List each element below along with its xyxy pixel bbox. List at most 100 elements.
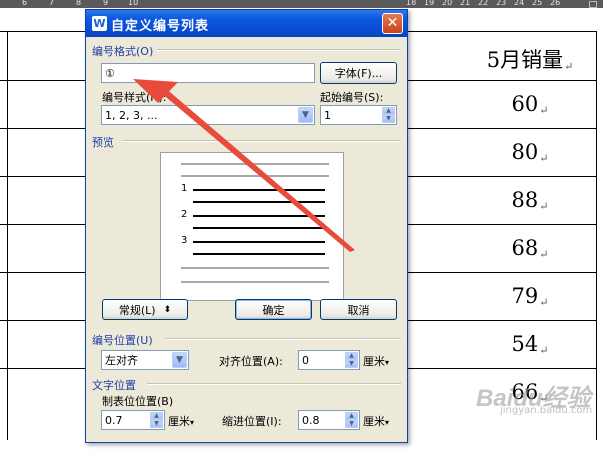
ruler-tick: 24: [514, 0, 525, 7]
spin-down-icon[interactable]: ▼: [345, 360, 358, 368]
start-number-label: 起始编号(S):: [320, 91, 384, 104]
number-style-select[interactable]: 1, 2, 3, ... ▼: [101, 105, 315, 125]
ruler-tick: 18: [406, 0, 417, 7]
table-cell-value: 79: [511, 284, 539, 308]
spin-buttons: ▲ ▼: [150, 412, 163, 428]
ruler-indent-marker[interactable]: [589, 1, 597, 8]
table-cell[interactable]: 79↵: [470, 284, 590, 309]
watermark-url: jingyan.baidu.com: [500, 405, 593, 416]
unit-dropdown[interactable]: 厘米▾: [168, 413, 194, 429]
number-format-input[interactable]: ①: [101, 63, 315, 83]
expand-icon: ⬍: [163, 304, 172, 315]
paragraph-mark-icon: ↵: [539, 296, 549, 309]
dialog-body: 编号格式(O) ① 字体(F)... 编号样式(N): 1, 2, 3, ...…: [89, 37, 404, 440]
caret-down-icon: ▾: [385, 418, 390, 427]
table-border: [7, 32, 8, 440]
group-divider: [123, 140, 401, 142]
preview-line: [181, 163, 329, 165]
dialog-title: 自定义编号列表: [111, 19, 210, 34]
align-position-stepper[interactable]: 0 ▲ ▼: [298, 350, 360, 370]
paragraph-mark-icon: ↵: [564, 60, 574, 73]
paragraph-mark-icon: ↵: [539, 344, 549, 357]
table-header-text: 5月销量: [486, 48, 564, 72]
dialog-titlebar[interactable]: W 自定义编号列表 ✕: [86, 10, 407, 37]
spin-up-icon[interactable]: ▲: [382, 107, 395, 115]
custom-numbering-dialog: W 自定义编号列表 ✕ 编号格式(O) ① 字体(F)... 编号样式(N): …: [85, 9, 408, 443]
normal-button[interactable]: 常规(L) ⬍: [102, 299, 188, 320]
ruler-tick: 7: [49, 0, 55, 7]
preview-line: [193, 201, 325, 203]
ruler-tick: 9: [103, 0, 109, 7]
spin-up-icon[interactable]: ▲: [345, 352, 358, 360]
table-cell-value: 54: [511, 332, 539, 356]
alignment-select[interactable]: 左对齐 ▼: [101, 350, 189, 370]
preview-line: [193, 189, 325, 191]
spin-down-icon[interactable]: ▼: [345, 420, 358, 428]
table-cell-value: 80: [511, 140, 539, 164]
ruler: 6 7 8 9 10 18 19 20 21 22 23 24 25 26: [0, 0, 603, 8]
preview-number: 2: [181, 209, 188, 220]
table-cell[interactable]: 60↵: [470, 92, 590, 117]
group-divider: [165, 338, 401, 340]
tab-position-stepper[interactable]: 0.7 ▲ ▼: [101, 410, 165, 430]
ruler-tick: 21: [460, 0, 471, 7]
ruler-tick: 25: [532, 0, 543, 7]
paragraph-mark-icon: ↵: [539, 248, 549, 261]
unit-dropdown[interactable]: 厘米▾: [363, 413, 389, 429]
tab-position-label: 制表位位置(B): [102, 395, 174, 408]
tab-position-value: 0.7: [105, 413, 123, 427]
spin-down-icon[interactable]: ▼: [150, 420, 163, 428]
ok-button[interactable]: 确定: [235, 299, 312, 320]
align-position-label: 对齐位置(A):: [219, 355, 283, 368]
spin-up-icon[interactable]: ▲: [345, 412, 358, 420]
preview-line: [181, 267, 329, 269]
unit-label: 厘米: [363, 415, 385, 428]
indent-position-stepper[interactable]: 0.8 ▲ ▼: [298, 410, 360, 430]
table-cell[interactable]: 88↵: [470, 188, 590, 213]
spin-up-icon[interactable]: ▲: [150, 412, 163, 420]
start-number-stepper[interactable]: 1 ▲ ▼: [320, 105, 397, 125]
paragraph-mark-icon: ↵: [539, 152, 549, 165]
paragraph-mark-icon: ↵: [539, 200, 549, 213]
paragraph-mark-icon: ↵: [539, 104, 549, 117]
unit-label: 厘米: [363, 355, 385, 368]
ruler-tick: 22: [478, 0, 489, 7]
ruler-tick: 26: [550, 0, 561, 7]
table-header-cell[interactable]: 5月销量↵: [470, 44, 590, 74]
preview-line: [193, 215, 325, 217]
number-position-group-label: 编号位置(U): [92, 334, 153, 347]
spin-buttons: ▲ ▼: [345, 412, 358, 428]
number-style-label: 编号样式(N):: [102, 91, 167, 104]
cancel-button[interactable]: 取消: [320, 299, 397, 320]
number-format-value: ①: [105, 66, 115, 80]
unit-label: 厘米: [168, 415, 190, 428]
font-button[interactable]: 字体(F)...: [320, 62, 397, 84]
numbering-preview: 1 2 3: [160, 152, 344, 301]
chevron-down-icon[interactable]: ▼: [298, 107, 313, 123]
table-cell[interactable]: 54↵: [470, 332, 590, 357]
close-button[interactable]: ✕: [382, 13, 403, 34]
ruler-tick: 6: [22, 0, 28, 7]
unit-dropdown[interactable]: 厘米▾: [363, 353, 389, 369]
preview-group-label: 预览: [92, 136, 114, 149]
preview-number: 3: [181, 235, 188, 246]
caret-down-icon: ▾: [190, 418, 195, 427]
table-cell[interactable]: 80↵: [470, 140, 590, 165]
chevron-down-icon[interactable]: ▼: [172, 352, 187, 368]
table-cell-value: 88: [511, 188, 539, 212]
ruler-tick: 10: [128, 0, 139, 7]
ruler-tick: 19: [424, 0, 435, 7]
spin-down-icon[interactable]: ▼: [382, 115, 395, 123]
preview-line: [181, 281, 329, 283]
normal-button-label: 常规(L): [118, 303, 156, 317]
preview-number: 1: [181, 183, 188, 194]
group-divider: [157, 49, 401, 51]
wps-writer-icon: W: [92, 16, 107, 31]
ruler-tick: 20: [442, 0, 453, 7]
table-cell[interactable]: 68↵: [470, 236, 590, 261]
preview-line: [193, 227, 325, 229]
indent-position-label: 缩进位置(I):: [222, 415, 282, 428]
text-position-group-label: 文字位置: [92, 379, 136, 392]
number-style-value: 1, 2, 3, ...: [105, 108, 158, 122]
group-divider: [147, 383, 401, 385]
